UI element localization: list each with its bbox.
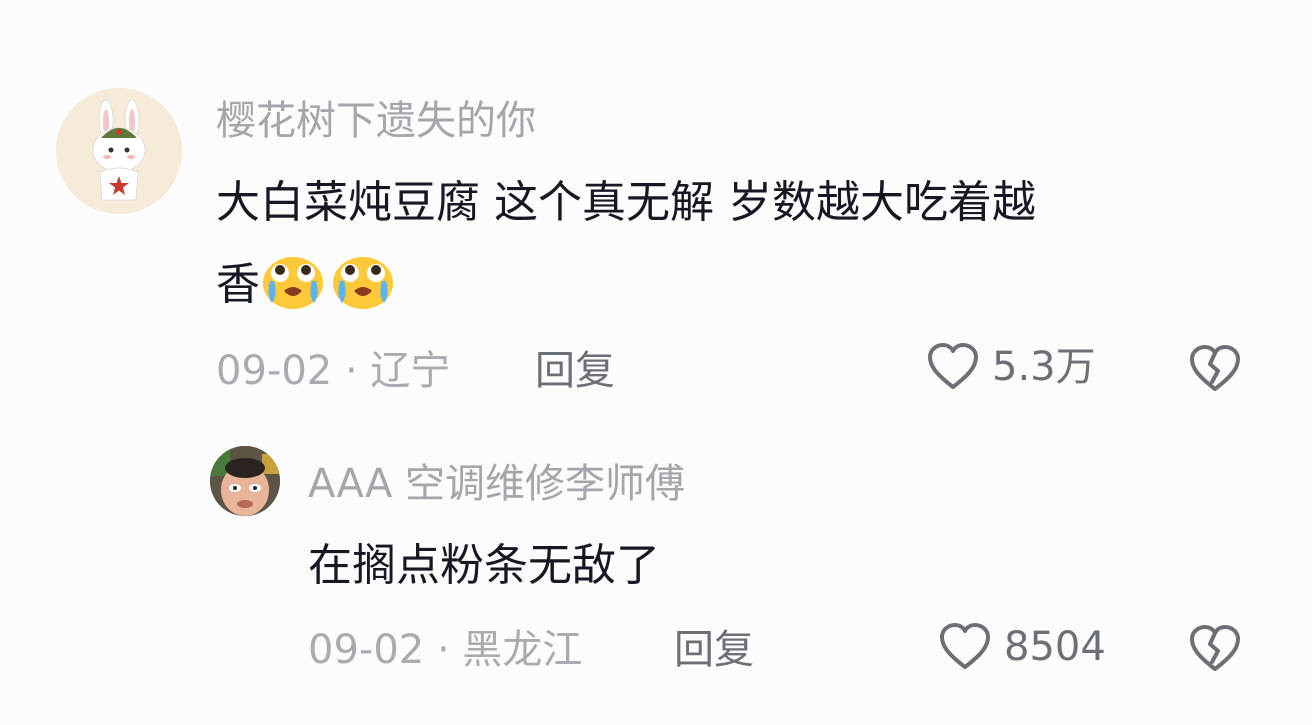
reply-text: 在搁点粉条无敌了 bbox=[308, 540, 660, 591]
reply-avatar[interactable] bbox=[210, 446, 280, 516]
crying-emoji-icon bbox=[333, 257, 393, 309]
reply-dislike-button[interactable] bbox=[1188, 624, 1242, 678]
dislike-button[interactable] bbox=[1188, 344, 1242, 398]
reply-to-reply-button[interactable]: 回复 bbox=[674, 625, 754, 675]
meta-separator: · bbox=[332, 348, 371, 394]
reply-like-button[interactable]: 8504 bbox=[938, 622, 1106, 672]
reply-username[interactable]: AAA 空调维修李师傅 bbox=[308, 459, 685, 509]
username[interactable]: 樱花树下遗失的你 bbox=[216, 96, 536, 146]
avatar[interactable] bbox=[56, 88, 182, 214]
comment-text-line2: 香 bbox=[216, 259, 260, 310]
person-avatar-icon bbox=[210, 446, 280, 516]
heart-icon bbox=[928, 343, 978, 389]
meta-separator: · bbox=[424, 627, 463, 673]
like-count: 5.3万 bbox=[992, 344, 1096, 390]
reply-like-count: 8504 bbox=[1004, 624, 1106, 670]
broken-heart-icon bbox=[1190, 345, 1240, 391]
comment-date: 09-02 bbox=[216, 348, 333, 394]
heart-icon bbox=[940, 623, 990, 669]
reply-meta: 09-02 · 黑龙江 bbox=[308, 625, 582, 675]
comment-thread: 樱花树下遗失的你 大白菜炖豆腐 这个真无解 岁数越大吃着越香 09-02 · 辽… bbox=[0, 0, 1312, 725]
rabbit-avatar-icon bbox=[56, 88, 182, 214]
comment-location: 辽宁 bbox=[370, 348, 451, 394]
reply-date: 09-02 bbox=[308, 627, 425, 673]
comment-text-line1: 大白菜炖豆腐 这个真无解 岁数越大吃着越 bbox=[216, 177, 1036, 228]
broken-heart-icon bbox=[1190, 625, 1240, 671]
reply-button[interactable]: 回复 bbox=[535, 346, 615, 396]
reply-location: 黑龙江 bbox=[462, 627, 583, 673]
crying-emoji-icon bbox=[263, 257, 323, 309]
comment-meta: 09-02 · 辽宁 bbox=[216, 346, 450, 396]
like-button[interactable]: 5.3万 bbox=[926, 342, 1096, 392]
comment-text: 大白菜炖豆腐 这个真无解 岁数越大吃着越香 bbox=[216, 162, 1236, 326]
